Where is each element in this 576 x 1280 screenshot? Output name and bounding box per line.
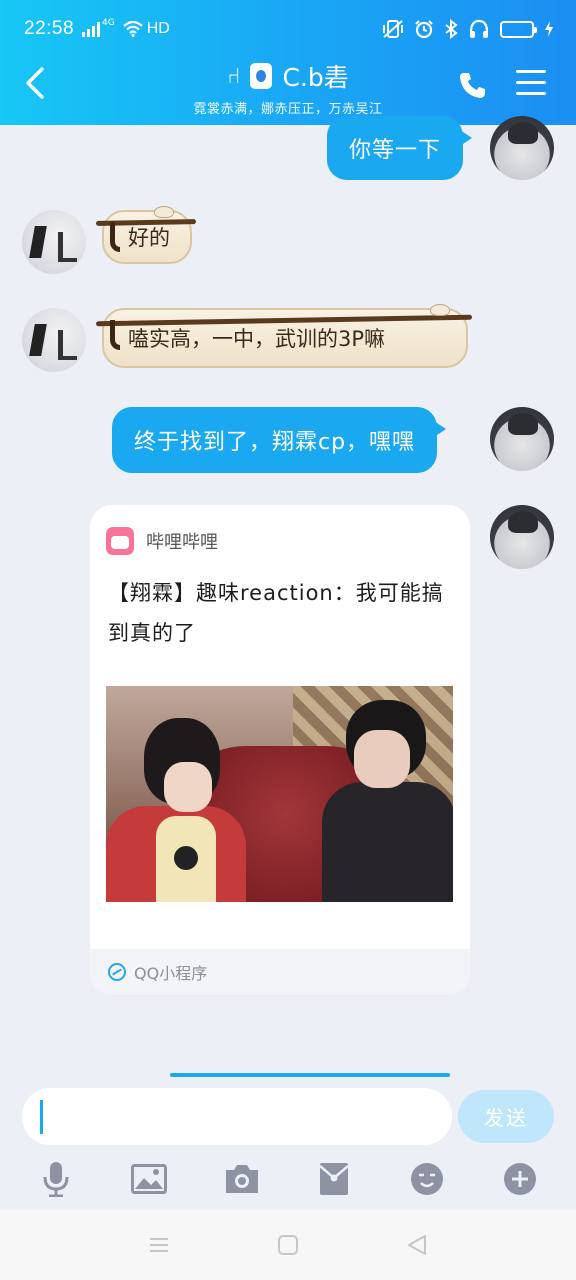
- charging-icon: [545, 21, 553, 37]
- contact-avatar[interactable]: [22, 210, 86, 274]
- red-packet-icon[interactable]: [314, 1159, 354, 1199]
- message-bubble-received[interactable]: 好的: [95, 206, 197, 264]
- status-time: 22:58: [24, 18, 75, 39]
- home-button[interactable]: [276, 1233, 300, 1257]
- card-title: 【翔霖】趣味reaction：我可能搞到真的了: [108, 581, 444, 645]
- network-type: 4G: [102, 18, 115, 28]
- mini-program-card[interactable]: 哔哩哔哩 【翔霖】趣味reaction：我可能搞到真的了 QQ小程序: [90, 505, 470, 995]
- status-bar: 22:58 4G HD: [24, 14, 554, 44]
- qq-mini-program-icon: [108, 963, 126, 981]
- contact-avatar[interactable]: [22, 308, 86, 372]
- bluetooth-icon: [445, 19, 458, 39]
- message-text: 嗑实高，一中，武训的3P嘛: [128, 327, 386, 351]
- online-status-icon: [250, 63, 273, 89]
- card-source: 哔哩哔哩: [146, 532, 218, 553]
- system-nav-bar: [0, 1210, 576, 1280]
- plus-icon[interactable]: [500, 1159, 540, 1199]
- menu-button[interactable]: [516, 70, 546, 98]
- signal-icon: [82, 21, 101, 37]
- toolbar: [0, 1157, 576, 1201]
- chat-title[interactable]: C.b砉: [282, 58, 348, 94]
- message-text: 好的: [128, 226, 170, 250]
- headphones-icon: [469, 19, 489, 38]
- bilibili-logo-icon: [106, 527, 134, 555]
- vibrate-icon: [383, 20, 403, 38]
- hd-label: HD: [146, 20, 170, 37]
- message-text: 终于找到了，翔霖cp，嘿嘿: [134, 430, 416, 455]
- emoji-icon[interactable]: [407, 1159, 447, 1199]
- message-text: 你等一下: [349, 138, 442, 163]
- chat-header: 22:58 4G HD ⑁ C.b砉 霓裳赤满，娜赤压正，万赤吴江: [0, 0, 576, 125]
- video-thumbnail[interactable]: [106, 686, 453, 902]
- message-bubble-received[interactable]: 嗑实高，一中，武训的3P嘛: [95, 304, 473, 368]
- message-bubble-sent[interactable]: 你等一下: [327, 116, 473, 180]
- mic-icon[interactable]: [36, 1159, 76, 1199]
- send-button[interactable]: 发送: [458, 1090, 554, 1143]
- message-bubble-sent[interactable]: 终于找到了，翔霖cp，嘿嘿: [112, 407, 447, 473]
- my-avatar[interactable]: [490, 407, 554, 471]
- wifi-icon: [123, 21, 143, 37]
- alarm-icon: [415, 20, 433, 39]
- battery-icon: [500, 20, 537, 38]
- camera-icon[interactable]: [222, 1159, 262, 1199]
- message-input[interactable]: [22, 1088, 452, 1145]
- phone-call-button[interactable]: [458, 70, 488, 100]
- text-caret: [40, 1100, 43, 1134]
- input-bar: 发送: [0, 1077, 576, 1210]
- image-icon[interactable]: [129, 1159, 169, 1199]
- ear-icon: ⑁: [227, 63, 241, 89]
- card-footer: QQ小程序: [134, 964, 208, 983]
- my-avatar[interactable]: [490, 505, 554, 569]
- my-avatar[interactable]: [490, 116, 554, 180]
- back-nav-button[interactable]: [405, 1233, 429, 1257]
- chat-subtitle: 霓裳赤满，娜赤压正，万赤吴江: [193, 102, 383, 117]
- recent-apps-button[interactable]: [147, 1233, 171, 1257]
